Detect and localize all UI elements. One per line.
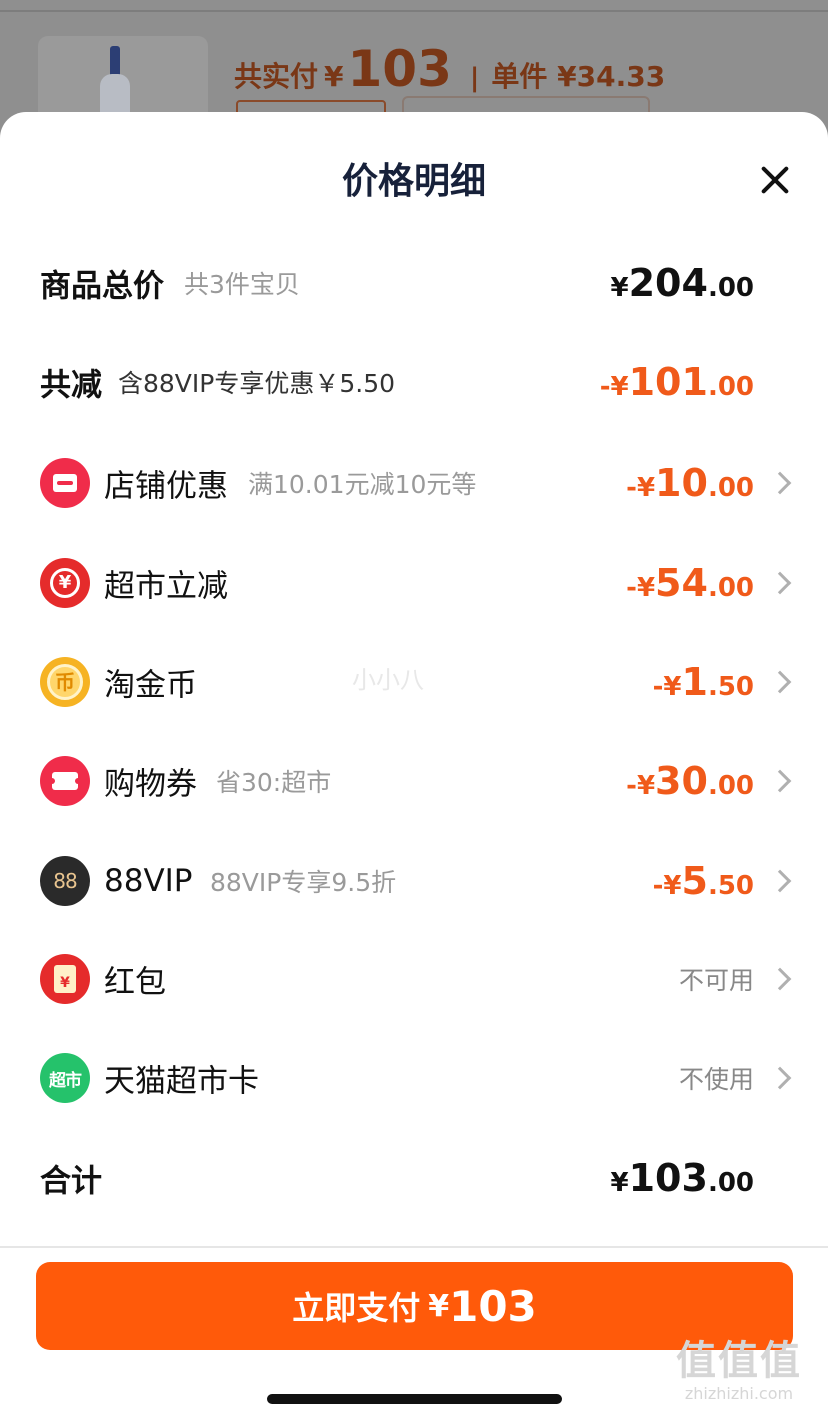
total-count: 共3件宝贝 <box>184 270 300 299</box>
vip-label: 88VIP <box>104 863 193 899</box>
shopping-voucher-amount: -¥ 30.00 <box>626 759 754 803</box>
ticket-icon <box>40 756 90 806</box>
red-packet-status: 不可用 <box>678 966 754 995</box>
site-watermark: 值值值 zhizhizhi.com <box>676 1338 802 1404</box>
row-shopping-voucher[interactable]: 购物券 省30:超市 -¥ 30.00 <box>0 741 828 821</box>
vip-88-icon: 88 <box>40 856 90 906</box>
supermarket-card-icon: 超市 <box>40 1053 90 1103</box>
tmall-card-status: 不使用 <box>678 1065 754 1094</box>
watermark-logo-text: 值值值 <box>676 1338 802 1384</box>
sum-label: 合计 <box>40 1163 102 1200</box>
close-icon[interactable] <box>754 160 796 202</box>
row-total-price: 商品总价 共3件宝贝 ¥204.00 <box>0 243 828 323</box>
supermarket-discount-amount: -¥ 54.00 <box>626 561 754 605</box>
home-indicator <box>267 1394 562 1404</box>
row-supermarket-discount[interactable]: ¥ 超市立减 -¥ 54.00 <box>0 543 828 623</box>
supermarket-discount-label: 超市立减 <box>104 568 228 605</box>
shopping-voucher-note: 省30:超市 <box>216 768 332 797</box>
watermark: 小小八 <box>352 666 424 694</box>
footer-divider <box>0 1246 828 1248</box>
watermark-url: zhizhizhi.com <box>684 1384 794 1403</box>
total-discount-label: 共减 <box>40 367 102 404</box>
total-price-label: 商品总价 <box>40 268 164 305</box>
row-total-discount: 共减 含88VIP专享优惠￥5.50 -¥ 101.00 <box>0 342 828 422</box>
total-price-amount: ¥204.00 <box>610 261 754 305</box>
chevron-right-icon <box>768 769 792 793</box>
row-sum: 合计 ¥103.00 <box>0 1138 828 1218</box>
background-summary-label: 共实付 <box>234 60 319 93</box>
background-divider <box>0 10 828 12</box>
total-discount-note: 含88VIP专享优惠￥5.50 <box>118 369 396 398</box>
pay-button-label: 立即支付 <box>292 1289 421 1327</box>
sheet-title: 价格明细 <box>341 161 486 202</box>
sum-amount: ¥103.00 <box>610 1156 754 1200</box>
price-detail-sheet: 价格明细 商品总价 共3件宝贝 ¥204.00 共减 含88VIP专享优惠￥5.… <box>0 112 828 1422</box>
background-separator: | <box>469 63 480 93</box>
store-discount-note: 满10.01元减10元等 <box>248 470 477 499</box>
pay-now-button[interactable]: 立即支付 ¥ 103 <box>36 1262 793 1350</box>
chevron-right-icon <box>768 1066 792 1090</box>
taojinbi-amount: -¥ 1.50 <box>652 660 754 704</box>
chevron-right-icon <box>768 471 792 495</box>
pay-button-yen: ¥ <box>428 1288 450 1324</box>
pay-button-amount: 103 <box>449 1281 537 1331</box>
chevron-right-icon <box>768 869 792 893</box>
row-store-discount[interactable]: 店铺优惠 满10.01元减10元等 -¥ 10.00 <box>0 443 828 523</box>
row-88vip[interactable]: 88 88VIP 88VIP专享9.5折 -¥ 5.50 <box>0 841 828 921</box>
chevron-right-icon <box>768 571 792 595</box>
red-packet-label: 红包 <box>104 964 166 1001</box>
row-red-packet[interactable]: ¥ 红包 不可用 <box>0 939 828 1019</box>
taojinbi-label: 淘金币 <box>104 667 197 704</box>
tmall-card-label: 天猫超市卡 <box>104 1063 259 1100</box>
row-tmall-card[interactable]: 超市 天猫超市卡 不使用 <box>0 1038 828 1118</box>
background-summary-yen: ¥ <box>324 60 344 93</box>
chevron-right-icon <box>768 967 792 991</box>
coin-icon: 币 <box>40 657 90 707</box>
background-price-summary: 共实付 ¥ 103 | 单件 ¥34.33 <box>234 40 665 98</box>
background-unit-price: 单件 ¥34.33 <box>491 60 666 93</box>
yen-coupon-icon: ¥ <box>40 558 90 608</box>
red-envelope-icon: ¥ <box>40 954 90 1004</box>
total-discount-amount: -¥ 101.00 <box>599 360 754 404</box>
vip-note: 88VIP专享9.5折 <box>210 868 397 897</box>
vip-amount: -¥ 5.50 <box>652 859 754 903</box>
chevron-right-icon <box>768 670 792 694</box>
store-icon <box>40 458 90 508</box>
store-discount-amount: -¥ 10.00 <box>626 461 754 505</box>
background-summary-amount: 103 <box>347 40 452 98</box>
shopping-voucher-label: 购物券 <box>104 766 197 803</box>
store-discount-label: 店铺优惠 <box>104 468 228 505</box>
